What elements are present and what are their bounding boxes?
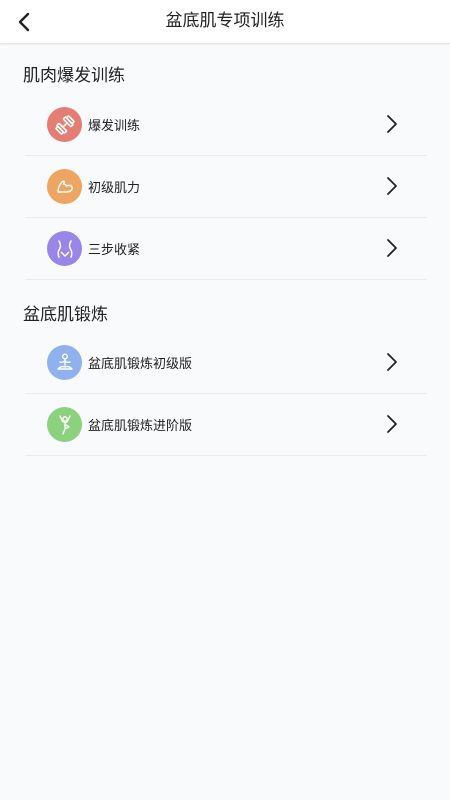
list-item-pelvic-beginner[interactable]: 盆底肌锻炼初级版: [25, 332, 427, 394]
item-label: 三步收紧: [88, 243, 141, 258]
muscle-arm-icon: [47, 169, 82, 204]
waist-icon: [47, 231, 82, 266]
list-item-three-step-tighten[interactable]: 三步收紧: [25, 218, 427, 280]
chevron-right-icon: [387, 353, 397, 371]
meditation-icon: [47, 345, 82, 380]
item-label: 盆底肌锻炼初级版: [88, 357, 193, 372]
section-title-pelvic-floor: 盆底肌锻炼: [23, 305, 108, 325]
yoga-pose-icon: [47, 407, 82, 442]
chevron-right-icon: [387, 115, 397, 133]
chevron-right-icon: [387, 415, 397, 433]
item-label: 盆底肌锻炼进阶版: [88, 419, 193, 434]
chevron-right-icon: [387, 177, 397, 195]
list-item-pelvic-advanced[interactable]: 盆底肌锻炼进阶版: [25, 394, 427, 456]
item-label: 初级肌力: [88, 181, 141, 196]
chevron-right-icon: [387, 239, 397, 257]
list-item-basic-strength[interactable]: 初级肌力: [25, 156, 427, 218]
list-item-burst-training[interactable]: 爆发训练: [25, 94, 427, 156]
page-title: 盆底肌专项训练: [165, 11, 285, 31]
item-label: 爆发训练: [88, 119, 141, 134]
section-title-muscle-burst: 肌肉爆发训练: [23, 66, 125, 86]
top-nav-bar: 盆底肌专项训练: [0, 0, 450, 44]
dumbbell-icon: [47, 107, 82, 142]
